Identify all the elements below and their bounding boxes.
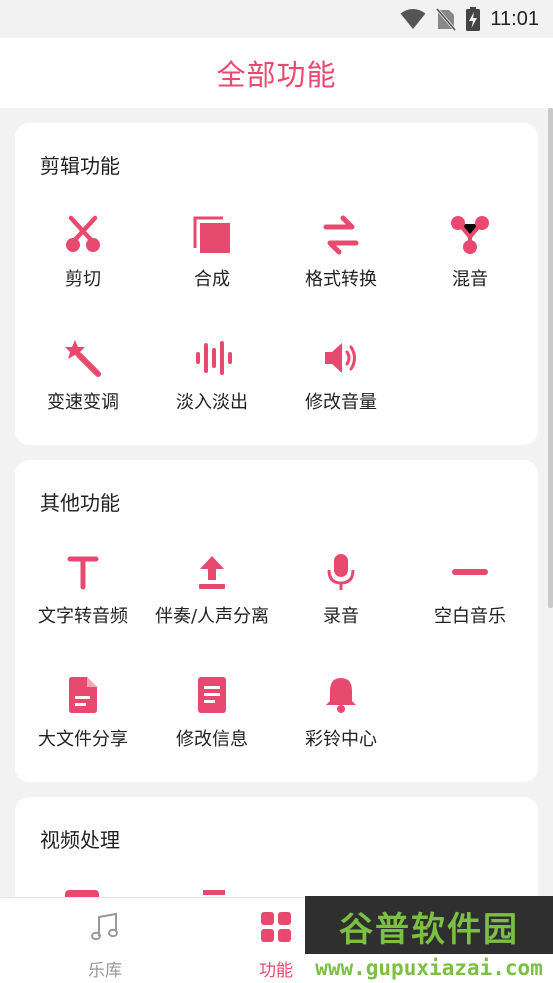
feature-ringtone-center[interactable]: 彩铃中心 [276,675,406,775]
app-bar: 全部功能 [0,38,553,108]
feature-label: 淡入淡出 [176,392,248,413]
page-title: 全部功能 [216,58,337,92]
scissors-icon [66,215,100,252]
feature-edit-info[interactable]: 修改信息 [147,675,277,775]
battery-charging-icon [466,7,481,31]
upload-icon [199,556,225,589]
minus-icon [452,569,488,575]
section-video: 视频处理 [15,797,538,897]
nav-item-library[interactable]: 乐库 [55,906,155,981]
feature-label: 变速变调 [47,392,119,413]
feature-speed-pitch[interactable]: 变速变调 [18,338,148,438]
watermark-brand: 谷普软件园 [339,910,519,950]
microphone-icon [327,554,355,590]
feature-merge[interactable]: 合成 [147,215,277,315]
nav-label: 乐库 [88,961,122,981]
feature-blank-music[interactable]: 空白音乐 [405,552,535,652]
grid-icon [261,912,291,942]
feature-label: 空白音乐 [434,606,506,627]
status-icons: 11:01 [400,6,539,32]
section-title: 视频处理 [40,828,120,852]
section-title: 其他功能 [40,491,120,515]
section-other: 其他功能 文字转音频 伴奏/人声分离 录音 空白音乐 大文件分享 修改信息 彩铃… [15,460,538,782]
wifi-icon [400,9,426,29]
watermark: 谷普软件园 www.gupuxiazai.com [305,896,553,983]
status-bar: 11:01 [0,0,553,38]
video-feature-icon-partial [65,890,99,897]
section-editing: 剪辑功能 剪切 合成 格式转换 混音 变速变调 淡入淡出 修改音量 [15,123,538,445]
feature-label: 文字转音频 [38,606,128,627]
feature-format-convert[interactable]: 格式转换 [276,215,406,315]
feature-vocal-separation[interactable]: 伴奏/人声分离 [147,552,277,652]
feature-label: 彩铃中心 [305,729,377,750]
feature-label: 大文件分享 [38,729,128,750]
feature-label: 合成 [194,269,230,290]
feature-label: 剪切 [65,269,101,290]
feature-fade[interactable]: 淡入淡出 [147,338,277,438]
watermark-url: www.gupuxiazai.com [315,956,543,980]
feature-large-file-share[interactable]: 大文件分享 [18,675,148,775]
waveform-icon [196,341,232,375]
feature-label: 修改信息 [176,729,248,750]
bell-icon [326,678,356,713]
document-icon [198,677,226,713]
magic-wand-icon [65,340,101,377]
volume-icon [325,343,356,373]
feature-label: 录音 [323,606,359,627]
section-title: 剪辑功能 [40,154,120,178]
feature-cut[interactable]: 剪切 [18,215,148,315]
text-icon [67,556,99,590]
feature-label: 伴奏/人声分离 [154,606,270,627]
scrollbar[interactable] [548,108,553,608]
feature-mix[interactable]: 混音 [405,215,535,315]
status-time: 11:01 [490,7,539,30]
no-sim-icon [436,8,457,31]
feature-label: 格式转换 [305,269,377,290]
video-feature-icon-partial [203,890,225,895]
feature-list[interactable]: 剪辑功能 剪切 合成 格式转换 混音 变速变调 淡入淡出 修改音量 其他功能 文… [0,108,553,897]
convert-arrows-icon [323,215,359,255]
feature-text-to-audio[interactable]: 文字转音频 [18,552,148,652]
merge-icon [193,216,230,253]
feature-label: 混音 [452,269,488,290]
file-icon [69,677,97,713]
mix-icon [451,216,489,254]
feature-record[interactable]: 录音 [276,552,406,652]
feature-label: 修改音量 [305,392,377,413]
music-note-icon [91,912,118,941]
feature-volume[interactable]: 修改音量 [276,338,406,438]
